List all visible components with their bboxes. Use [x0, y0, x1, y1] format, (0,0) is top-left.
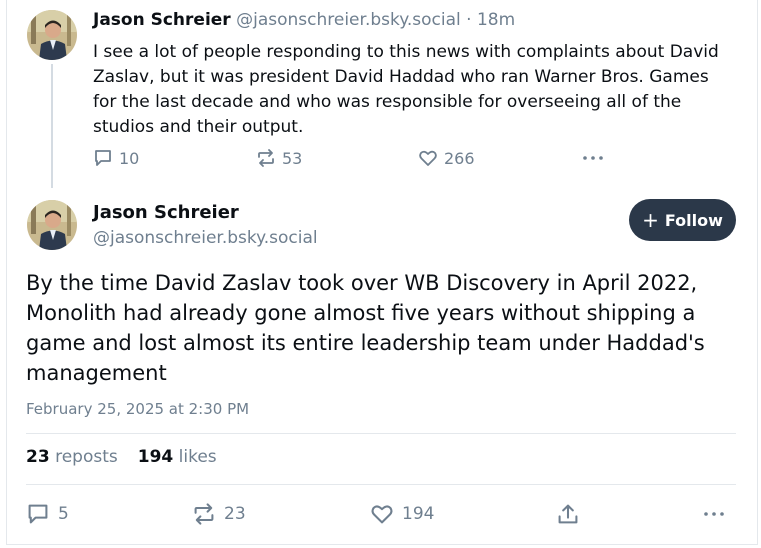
- reposts-stat[interactable]: 23 reposts: [26, 447, 118, 467]
- reply-post-text: I see a lot of people responding to this…: [93, 42, 719, 137]
- more-options-button[interactable]: [702, 502, 726, 526]
- engagement-stats: 23 reposts 194 likes: [26, 447, 217, 467]
- reply-count: 10: [119, 148, 140, 168]
- divider: [26, 484, 736, 485]
- follow-label: Follow: [664, 210, 723, 230]
- reply-post-header: Jason Schreier @jasonschreier.bsky.socia…: [93, 10, 515, 30]
- author-handle[interactable]: @jasonschreier.bsky.social: [93, 228, 318, 248]
- repost-count: 53: [282, 148, 303, 168]
- divider: [26, 433, 736, 434]
- repost-arrows-icon: [256, 148, 276, 168]
- heart-icon: [418, 148, 438, 168]
- repost-button[interactable]: 53: [256, 148, 302, 168]
- author-name[interactable]: Jason Schreier: [93, 202, 239, 223]
- author-name[interactable]: Jason Schreier: [93, 10, 231, 30]
- main-post-text: By the time David Zaslav took over WB Di…: [26, 271, 705, 385]
- likes-count: 194: [137, 447, 174, 467]
- speech-bubble-icon: [26, 502, 50, 526]
- like-button[interactable]: 266: [418, 148, 475, 168]
- reply-button[interactable]: 5: [26, 502, 69, 526]
- repost-button[interactable]: 23: [192, 502, 246, 526]
- follow-button[interactable]: + Follow: [629, 199, 736, 241]
- heart-icon: [370, 502, 394, 526]
- like-count: 266: [444, 148, 475, 168]
- avatar[interactable]: [27, 10, 77, 60]
- like-count: 194: [402, 504, 435, 524]
- share-button[interactable]: [556, 502, 580, 526]
- share-upload-icon: [556, 502, 580, 526]
- speech-bubble-icon: [93, 148, 113, 168]
- plus-icon: +: [642, 208, 659, 232]
- more-dots-icon: [581, 148, 605, 168]
- reply-count: 5: [58, 504, 69, 524]
- thread-connector-line: [51, 64, 53, 188]
- likes-label: likes: [178, 447, 217, 467]
- post-date[interactable]: February 25, 2025 at 2:30 PM: [26, 400, 249, 418]
- avatar[interactable]: [27, 200, 77, 250]
- reply-button[interactable]: 10: [93, 148, 139, 168]
- likes-stat[interactable]: 194 likes: [138, 447, 217, 467]
- separator-dot: ·: [466, 10, 472, 30]
- repost-arrows-icon: [192, 502, 216, 526]
- repost-count: 23: [224, 504, 246, 524]
- reposts-label: reposts: [55, 447, 118, 467]
- more-dots-icon: [702, 502, 726, 526]
- reposts-count: 23: [26, 447, 50, 467]
- more-options-button[interactable]: [581, 148, 605, 168]
- post-time[interactable]: 18m: [477, 10, 515, 30]
- main-post-actions: 5 23 194: [26, 502, 736, 528]
- author-handle[interactable]: @jasonschreier.bsky.social: [236, 10, 461, 30]
- like-button[interactable]: 194: [370, 502, 434, 526]
- reply-post-actions: 10 53 266: [93, 148, 613, 172]
